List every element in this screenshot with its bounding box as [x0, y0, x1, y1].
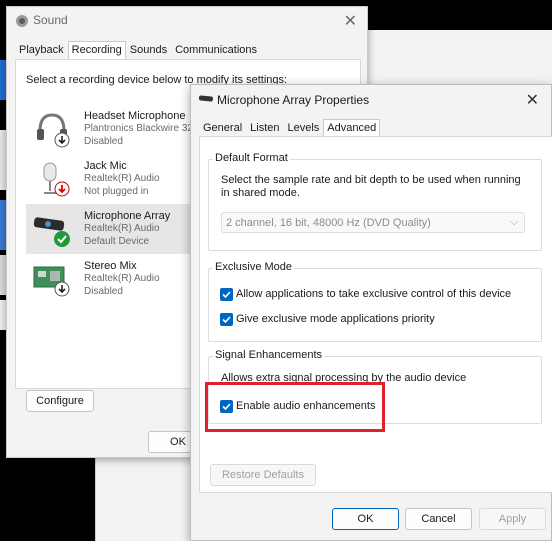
close-icon[interactable]: ✕	[344, 11, 357, 31]
group-title: Default Format	[213, 152, 290, 164]
sound-title: Sound	[33, 13, 68, 27]
default-format-description: Select the sample rate and bit depth to …	[221, 174, 521, 199]
tab-general[interactable]: General	[199, 119, 246, 137]
tab-listen[interactable]: Listen	[246, 119, 283, 137]
advanced-panel: Default Format Select the sample rate an…	[199, 136, 552, 493]
headset-icon	[37, 113, 70, 148]
apply-button[interactable]: Apply	[479, 508, 546, 530]
tab-sounds[interactable]: Sounds	[126, 41, 171, 59]
webcam-icon	[199, 95, 213, 102]
webcam-icon	[33, 217, 70, 247]
microphone-properties-dialog: Microphone Array Properties ✕ General Li…	[190, 84, 552, 541]
device-status: Default Device	[84, 236, 150, 247]
ok-button[interactable]: OK	[332, 508, 399, 530]
default-format-group: Default Format Select the sample rate an…	[208, 152, 542, 251]
properties-tabs: General Listen Levels Advanced	[199, 119, 381, 138]
sound-titlebar[interactable]: Sound ✕	[7, 7, 367, 35]
close-icon[interactable]: ✕	[526, 90, 539, 110]
sound-tabs: Playback Recording Sounds Communications	[15, 41, 261, 60]
device-driver: Plantronics Blackwire 321	[84, 123, 199, 134]
device-status: Not plugged in	[84, 186, 149, 197]
exclusive-control-checkbox[interactable]	[220, 288, 233, 301]
microphone-icon	[43, 162, 70, 197]
exclusive-mode-group: Exclusive Mode Allow applications to tak…	[208, 261, 542, 342]
device-status: Disabled	[84, 286, 123, 297]
device-name: Stereo Mix	[84, 260, 137, 272]
restore-defaults-button[interactable]: Restore Defaults	[210, 464, 316, 486]
chevron-down-icon: ⌵	[510, 217, 518, 228]
tab-recording[interactable]: Recording	[67, 41, 126, 60]
cancel-button[interactable]: Cancel	[405, 508, 472, 530]
device-status: Disabled	[84, 136, 123, 147]
exclusive-priority-label[interactable]: Give exclusive mode applications priorit…	[236, 313, 435, 325]
device-name: Headset Microphone	[84, 110, 186, 122]
group-title: Signal Enhancements	[213, 349, 325, 361]
check-icon	[222, 291, 231, 299]
properties-titlebar[interactable]: Microphone Array Properties ✕	[191, 85, 551, 115]
circuit-board-icon	[33, 266, 70, 297]
device-name: Jack Mic	[84, 160, 127, 172]
device-driver: Realtek(R) Audio	[84, 223, 160, 234]
check-icon	[222, 316, 231, 324]
device-driver: Realtek(R) Audio	[84, 273, 160, 284]
group-title: Exclusive Mode	[213, 261, 295, 273]
tab-communications[interactable]: Communications	[171, 41, 261, 59]
default-format-select[interactable]: 2 channel, 16 bit, 48000 Hz (DVD Quality…	[221, 212, 525, 233]
select-value: 2 channel, 16 bit, 48000 Hz (DVD Quality…	[226, 217, 431, 229]
tab-levels[interactable]: Levels	[284, 119, 324, 137]
highlight-box	[205, 382, 385, 432]
configure-button[interactable]: Configure	[26, 390, 94, 412]
device-driver: Realtek(R) Audio	[84, 173, 160, 184]
properties-title: Microphone Array Properties	[217, 93, 370, 107]
exclusive-control-label[interactable]: Allow applications to take exclusive con…	[236, 288, 511, 300]
tab-playback[interactable]: Playback	[15, 41, 68, 59]
speaker-icon	[16, 15, 28, 27]
device-name: Microphone Array	[84, 210, 171, 222]
exclusive-priority-checkbox[interactable]	[220, 313, 233, 326]
